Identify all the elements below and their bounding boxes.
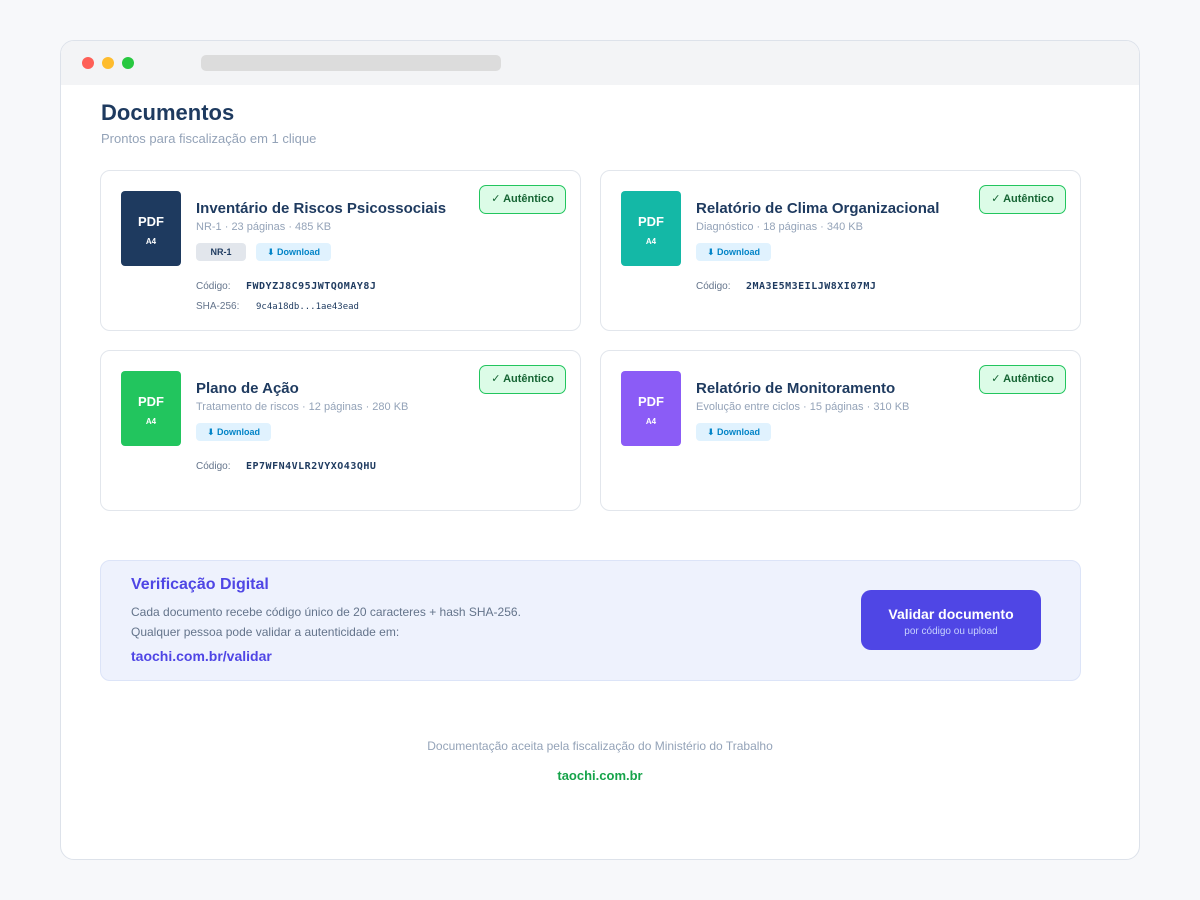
document-title: Relatório de Clima Organizacional	[696, 200, 940, 217]
code-label: Código:	[696, 281, 731, 292]
sha-label: SHA-256:	[196, 301, 240, 312]
footer-text: Documentação aceita pela fiscalização do…	[427, 739, 773, 753]
validation-link[interactable]: taochi.com.br/validar	[131, 648, 272, 664]
footer-link[interactable]: taochi.com.br	[61, 768, 1139, 783]
document-tags: ⬇ Download	[696, 243, 771, 261]
address-bar[interactable]	[201, 55, 501, 71]
document-tags: ⬇ Download	[696, 423, 771, 441]
document-card-monitoramento: PDF A4 Relatório de Monitoramento Evoluç…	[600, 350, 1081, 511]
document-tags: NR-1 ⬇ Download	[196, 243, 331, 261]
document-card-clima: PDF A4 Relatório de Clima Organizacional…	[600, 170, 1081, 331]
pdf-file-icon: PDF A4	[621, 371, 681, 446]
sha-hash: 9c4a18db...1ae43ead	[256, 302, 359, 312]
verification-code: EP7WFN4VLR2VYXO43QHU	[246, 461, 377, 472]
maximize-window-button[interactable]	[122, 57, 134, 69]
authentic-badge: ✓ Autêntico	[979, 185, 1066, 214]
window-titlebar	[61, 41, 1139, 85]
close-window-button[interactable]	[82, 57, 94, 69]
verification-title: Verificação Digital	[131, 576, 269, 593]
validate-button-sublabel: por código ou upload	[904, 626, 998, 637]
document-title: Relatório de Monitoramento	[696, 380, 896, 397]
code-label: Código:	[196, 461, 231, 472]
validate-document-button[interactable]: Validar documento por código ou upload	[861, 590, 1041, 650]
pdf-file-icon: PDF A4	[621, 191, 681, 266]
authentic-badge: ✓ Autêntico	[979, 365, 1066, 394]
document-meta: NR-1 · 23 páginas · 485 KB	[196, 221, 332, 233]
verification-instruction: Qualquer pessoa pode validar a autentici…	[131, 625, 400, 639]
verification-code: FWDYZJ8C95JWTQOMAY8J	[246, 281, 377, 292]
minimize-window-button[interactable]	[102, 57, 114, 69]
pdf-file-icon: PDF A4	[121, 371, 181, 446]
document-meta: Evolução entre ciclos · 15 páginas · 310…	[696, 401, 910, 413]
browser-window: Documentos Prontos para fiscalização em …	[60, 40, 1140, 860]
authentic-badge: ✓ Autêntico	[479, 185, 566, 214]
document-title: Inventário de Riscos Psicossociais	[196, 200, 447, 217]
verification-description: Cada documento recebe código único de 20…	[131, 605, 521, 619]
verification-code: 2MA3E5M3EILJW8XI07MJ	[746, 281, 877, 292]
pdf-file-icon: PDF A4	[121, 191, 181, 266]
document-card-inventario: PDF A4 Inventário de Riscos Psicossociai…	[100, 170, 581, 331]
verification-panel: Verificação Digital Cada documento receb…	[100, 560, 1081, 681]
authentic-badge: ✓ Autêntico	[479, 365, 566, 394]
code-row: Código: EP7WFN4VLR2VYXO43QHU	[196, 461, 376, 472]
nr1-tag: NR-1	[196, 243, 246, 261]
code-row: Código: FWDYZJ8C95JWTQOMAY8J	[196, 281, 376, 292]
code-row: Código: 2MA3E5M3EILJW8XI07MJ	[696, 281, 876, 292]
document-title: Plano de Ação	[196, 380, 299, 397]
download-button[interactable]: ⬇ Download	[196, 423, 271, 441]
code-label: Código:	[196, 281, 231, 292]
validate-button-label: Validar documento	[888, 606, 1014, 622]
download-button[interactable]: ⬇ Download	[256, 243, 331, 261]
sha-row: SHA-256: 9c4a18db...1ae43ead	[196, 301, 359, 312]
download-button[interactable]: ⬇ Download	[696, 243, 771, 261]
document-meta: Diagnóstico · 18 páginas · 340 KB	[696, 221, 863, 233]
page-title: Documentos	[101, 100, 235, 125]
page-subtitle: Prontos para fiscalização em 1 clique	[101, 131, 317, 146]
document-meta: Tratamento de riscos · 12 páginas · 280 …	[196, 401, 409, 413]
document-card-plano: PDF A4 Plano de Ação Tratamento de risco…	[100, 350, 581, 511]
document-tags: ⬇ Download	[196, 423, 271, 441]
download-button[interactable]: ⬇ Download	[696, 423, 771, 441]
